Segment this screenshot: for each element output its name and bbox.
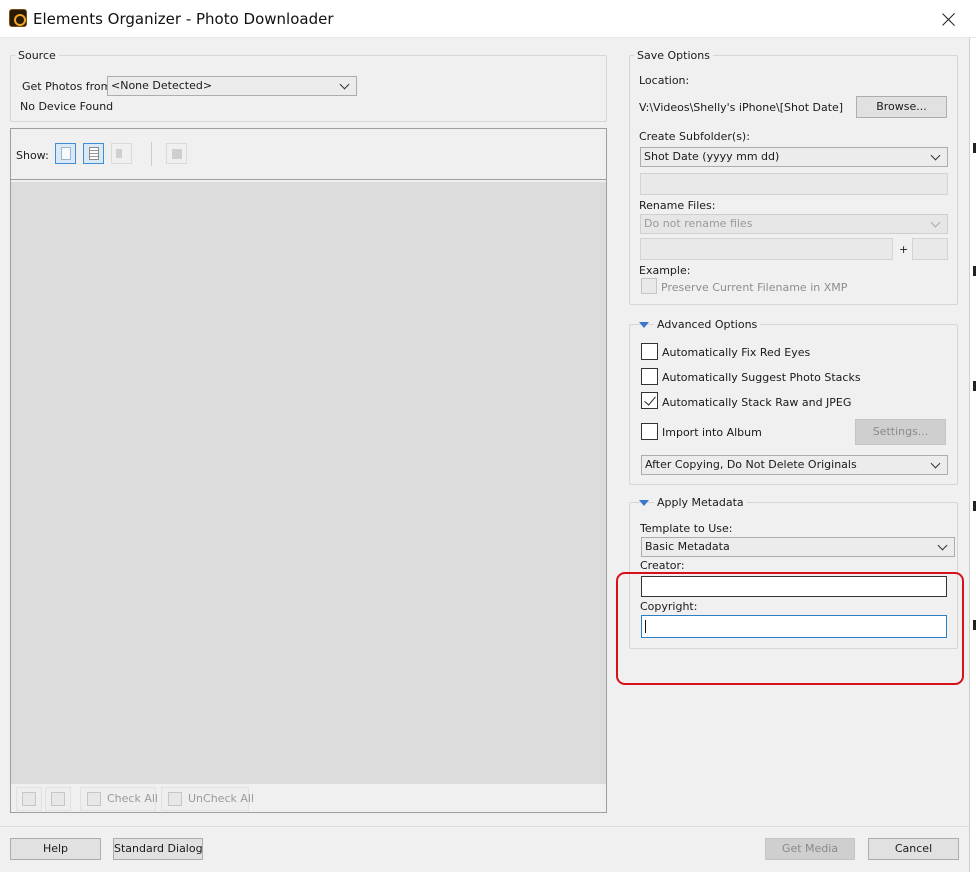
expand-triangle-icon[interactable] bbox=[639, 322, 649, 328]
app-logo-icon bbox=[9, 9, 27, 27]
viewer-divider bbox=[11, 179, 606, 180]
device-status: No Device Found bbox=[20, 100, 114, 113]
save-options-title: Save Options bbox=[634, 49, 713, 62]
after-copying-dropdown[interactable]: After Copying, Do Not Delete Originals bbox=[641, 455, 948, 475]
rename-dropdown: Do not rename files bbox=[640, 214, 948, 234]
album-settings-button: Settings... bbox=[855, 419, 946, 445]
get-media-button: Get Media bbox=[765, 838, 855, 860]
rotate-right-button[interactable] bbox=[45, 787, 71, 811]
thumbnail-grid[interactable] bbox=[11, 182, 606, 784]
apply-metadata-title[interactable]: Apply Metadata bbox=[654, 496, 747, 509]
location-path: V:\Videos\Shelly's iPhone\[Shot Date] bbox=[639, 101, 844, 114]
expand-triangle-icon[interactable] bbox=[639, 500, 649, 506]
subfolder-dropdown[interactable]: Shot Date (yyyy mm dd) bbox=[640, 147, 948, 167]
check-all-icon bbox=[87, 792, 101, 806]
rotate-left-icon bbox=[22, 792, 36, 806]
preserve-filename-checkbox bbox=[641, 278, 657, 294]
fix-red-eyes-label: Automatically Fix Red Eyes bbox=[662, 346, 811, 359]
browse-button[interactable]: Browse... bbox=[856, 96, 947, 118]
subfolder-label: Create Subfolder(s): bbox=[639, 130, 750, 143]
list-view-icon[interactable] bbox=[83, 143, 104, 164]
speaker-icon[interactable] bbox=[111, 143, 132, 164]
rotate-left-button[interactable] bbox=[16, 787, 42, 811]
check-all-button[interactable]: Check All bbox=[80, 787, 158, 811]
close-icon[interactable] bbox=[930, 4, 968, 34]
custom-subfolder-field bbox=[640, 173, 948, 195]
window-edge bbox=[969, 38, 976, 877]
check-all-label: Check All bbox=[107, 792, 158, 805]
footer-divider bbox=[0, 826, 969, 827]
standard-dialog-button[interactable]: Standard Dialog bbox=[113, 838, 203, 860]
get-photos-dropdown[interactable]: <None Detected> bbox=[107, 76, 357, 96]
show-label: Show: bbox=[16, 149, 49, 162]
stack-raw-jpeg-checkbox[interactable] bbox=[641, 392, 658, 409]
rename-number-field bbox=[912, 238, 948, 260]
advanced-options-title[interactable]: Advanced Options bbox=[654, 318, 761, 331]
uncheck-all-icon bbox=[168, 792, 182, 806]
get-photos-label: Get Photos from: bbox=[22, 80, 116, 93]
cancel-button[interactable]: Cancel bbox=[868, 838, 959, 860]
rename-plus: + bbox=[899, 243, 909, 256]
highlight-annotation bbox=[616, 572, 964, 685]
creator-label: Creator: bbox=[640, 559, 685, 572]
example-label: Example: bbox=[639, 264, 691, 277]
template-dropdown[interactable]: Basic Metadata bbox=[641, 537, 955, 557]
preserve-filename-label: Preserve Current Filename in XMP bbox=[661, 281, 848, 294]
stack-raw-jpeg-label: Automatically Stack Raw and JPEG bbox=[662, 396, 852, 409]
taskbar-edge bbox=[0, 872, 976, 877]
photo-view-icon[interactable] bbox=[55, 143, 76, 164]
window-title: Elements Organizer - Photo Downloader bbox=[33, 10, 334, 28]
rename-label: Rename Files: bbox=[639, 199, 716, 212]
uncheck-all-button[interactable]: UnCheck All bbox=[161, 787, 254, 811]
location-label: Location: bbox=[639, 74, 690, 87]
template-label: Template to Use: bbox=[640, 522, 733, 535]
uncheck-all-label: UnCheck All bbox=[188, 792, 254, 805]
rotate-right-icon bbox=[51, 792, 65, 806]
import-icon[interactable] bbox=[166, 143, 187, 164]
import-album-label: Import into Album bbox=[662, 426, 762, 439]
rename-prefix-field bbox=[640, 238, 893, 260]
suggest-stacks-checkbox[interactable] bbox=[641, 368, 658, 385]
suggest-stacks-label: Automatically Suggest Photo Stacks bbox=[662, 371, 861, 384]
import-album-checkbox[interactable] bbox=[641, 423, 658, 440]
fix-red-eyes-checkbox[interactable] bbox=[641, 343, 658, 360]
toolbar-divider bbox=[151, 142, 152, 166]
source-group-title: Source bbox=[15, 49, 59, 62]
help-button[interactable]: Help bbox=[10, 838, 101, 860]
